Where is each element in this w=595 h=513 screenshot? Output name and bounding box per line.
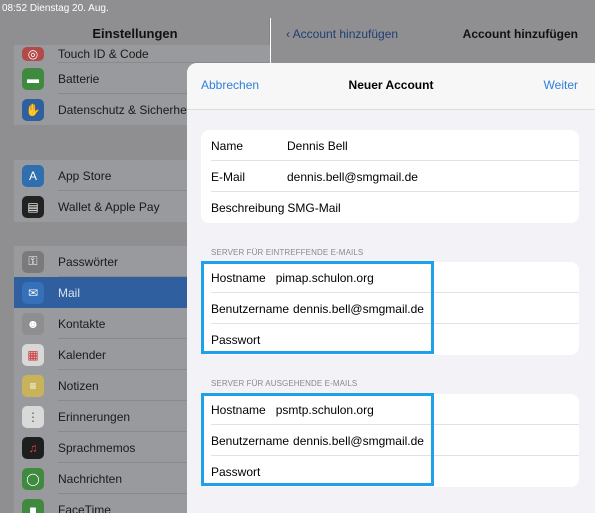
incoming-hostname-label: Hostname: [211, 270, 266, 285]
description-row[interactable]: Beschreibung SMG-Mail: [201, 192, 579, 223]
sidebar-item-label: Mail: [58, 285, 81, 300]
voicememo-icon: ♫: [22, 436, 44, 459]
status-time: 08:52: [2, 3, 28, 14]
wallet-icon: ▤: [22, 195, 44, 218]
pane-title: Account hinzufügen: [462, 27, 578, 41]
fingerprint-icon: ◎: [22, 47, 44, 61]
reminders-icon: ⋮: [22, 405, 44, 428]
email-row[interactable]: E-Mail dennis.bell@smgmail.de: [201, 161, 579, 192]
facetime-icon: ■: [22, 498, 44, 513]
contacts-icon: ☻: [22, 312, 44, 335]
sidebar-item-label: Erinnerungen: [58, 409, 131, 424]
messages-icon: ◯: [22, 467, 44, 490]
description-label: Beschreibung: [211, 200, 285, 215]
sidebar-item-label: Nachrichten: [58, 471, 123, 486]
sidebar-item-label: App Store: [58, 168, 112, 183]
description-field[interactable]: SMG-Mail: [287, 201, 340, 215]
sidebar-item-label: Datenschutz & Sicherheit: [58, 102, 193, 117]
name-label: Name: [211, 138, 244, 153]
status-date: Dienstag 20. Aug.: [29, 3, 109, 14]
sidebar-item-label: Batterie: [58, 71, 100, 86]
sidebar-item-label: Sprachmemos: [58, 440, 136, 455]
sidebar-item-label: Wallet & Apple Pay: [58, 199, 160, 214]
status-bar: 08:52 Dienstag 20. Aug.: [0, 0, 595, 18]
sheet-title: Neuer Account: [348, 78, 434, 92]
sidebar-item-touchid[interactable]: ◎ Touch ID & Code: [14, 45, 270, 63]
sheet-header: Abbrechen Neuer Account Weiter: [187, 63, 595, 110]
outgoing-username-row[interactable]: Benutzername dennis.bell@smgmail.de: [201, 425, 579, 456]
outgoing-hostname-field[interactable]: psmtp.schulon.org: [276, 403, 374, 417]
key-icon: ⚿: [22, 250, 44, 273]
outgoing-username-label: Benutzername: [211, 433, 290, 448]
sidebar-item-label: Touch ID & Code: [58, 47, 149, 61]
sidebar-item-label: Kontakte: [58, 316, 106, 331]
battery-icon: ▬: [22, 67, 44, 90]
notes-icon: ≡: [22, 374, 44, 397]
outgoing-username-field[interactable]: dennis.bell@smgmail.de: [293, 434, 424, 448]
outgoing-hostname-row[interactable]: Hostname psmtp.schulon.org: [201, 394, 579, 425]
outgoing-password-label: Passwort: [211, 464, 261, 479]
appstore-icon: A: [22, 164, 44, 187]
next-button[interactable]: Weiter: [544, 78, 578, 92]
chevron-left-icon: ‹: [286, 27, 290, 41]
sidebar-item-label: FaceTime: [58, 502, 111, 513]
email-label: E-Mail: [211, 169, 246, 184]
sidebar-item-label: Passwörter: [58, 254, 119, 269]
incoming-server-group: Hostname pimap.schulon.org Benutzername …: [201, 262, 579, 355]
outgoing-section-label: SERVER FÜR AUSGEHENDE E-MAILS: [211, 379, 358, 388]
outgoing-hostname-label: Hostname: [211, 402, 266, 417]
incoming-password-row[interactable]: Passwort: [201, 324, 579, 355]
outgoing-password-row[interactable]: Passwort: [201, 456, 579, 487]
account-info-group: Name Dennis Bell E-Mail dennis.bell@smgm…: [201, 130, 579, 223]
incoming-hostname-row[interactable]: Hostname pimap.schulon.org: [201, 262, 579, 293]
incoming-username-field[interactable]: dennis.bell@smgmail.de: [293, 302, 424, 316]
incoming-username-row[interactable]: Benutzername dennis.bell@smgmail.de: [201, 293, 579, 324]
incoming-section-label: SERVER FÜR EINTREFFENDE E-MAILS: [211, 248, 364, 257]
back-button[interactable]: ‹ Account hinzufügen: [286, 27, 398, 41]
name-field[interactable]: Dennis Bell: [287, 139, 348, 153]
new-account-sheet: Abbrechen Neuer Account Weiter Name Denn…: [187, 63, 595, 513]
calendar-icon: ▦: [22, 343, 44, 366]
back-button-label: Account hinzufügen: [292, 27, 399, 41]
sidebar-item-label: Notizen: [58, 378, 99, 393]
hand-icon: ✋: [22, 98, 44, 121]
incoming-hostname-field[interactable]: pimap.schulon.org: [276, 271, 374, 285]
sidebar-title: Einstellungen: [92, 26, 178, 41]
incoming-username-label: Benutzername: [211, 301, 290, 316]
incoming-password-label: Passwort: [211, 332, 261, 347]
mail-icon: ✉: [22, 281, 44, 304]
email-field[interactable]: dennis.bell@smgmail.de: [287, 170, 418, 184]
name-row[interactable]: Name Dennis Bell: [201, 130, 579, 161]
outgoing-server-group: Hostname psmtp.schulon.org Benutzername …: [201, 394, 579, 487]
sidebar-item-label: Kalender: [58, 347, 107, 362]
